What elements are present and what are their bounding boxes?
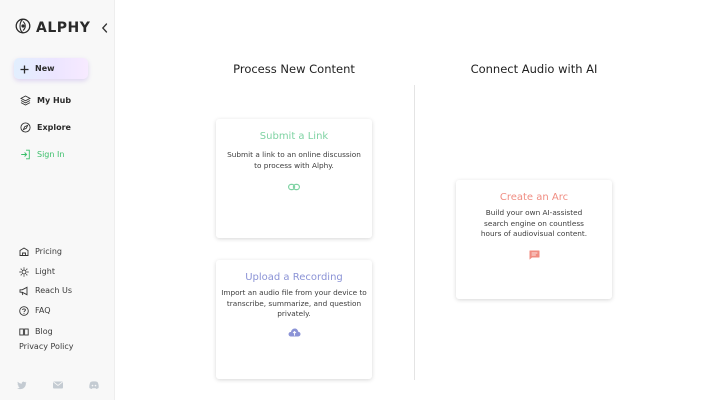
sidebar-item-label: Sign In	[37, 150, 65, 159]
privacy-policy-link[interactable]: Privacy Policy	[19, 342, 74, 351]
section-divider	[414, 85, 415, 380]
upload-recording-description: Import an audio file from your device to…	[221, 288, 367, 318]
twitter-icon[interactable]	[17, 381, 27, 390]
layers-icon	[20, 91, 31, 110]
discord-icon[interactable]	[89, 381, 99, 390]
mail-icon[interactable]	[53, 381, 63, 390]
sidebar-item-label: Blog	[35, 327, 53, 336]
brand[interactable]: ALPHY	[15, 18, 90, 38]
process-section-title: Process New Content	[233, 62, 355, 76]
pricing-icon	[19, 242, 29, 261]
compass-icon	[20, 118, 31, 137]
sidebar-item-label: Light	[35, 267, 55, 276]
sign-in-icon	[20, 145, 31, 164]
new-button[interactable]: New	[14, 58, 88, 79]
create-arc-description: Build your own AI-assisted search engine…	[480, 208, 588, 238]
upload-recording-title: Upload a Recording	[245, 272, 343, 283]
submit-link-title: Submit a Link	[259, 131, 329, 142]
sun-icon	[19, 262, 29, 281]
create-arc-card[interactable]: Create an Arc Build your own AI-assisted…	[456, 180, 612, 299]
sidebar-item-theme-toggle[interactable]: Light	[19, 262, 55, 281]
brand-name: ALPHY	[36, 20, 91, 36]
chevron-left-icon	[101, 18, 108, 37]
sidebar-item-faq[interactable]: FAQ	[19, 301, 51, 320]
sidebar-item-pricing[interactable]: Pricing	[19, 242, 62, 261]
sidebar-item-label: Pricing	[35, 247, 62, 256]
collapse-sidebar-button[interactable]	[98, 19, 110, 35]
sidebar: ALPHY New My Hub Explore Sign In Pricing…	[0, 0, 115, 400]
submit-link-icon-wrap	[216, 176, 372, 195]
create-arc-title: Create an Arc	[499, 192, 569, 203]
link-icon	[288, 176, 301, 195]
chat-icon	[529, 245, 540, 264]
plus-icon	[20, 59, 29, 78]
upload-recording-icon-wrap	[216, 322, 372, 341]
sidebar-item-label: FAQ	[35, 306, 51, 315]
create-arc-icon-wrap	[456, 245, 612, 264]
sidebar-item-sign-in[interactable]: Sign In	[20, 145, 64, 164]
sidebar-item-label: Explore	[37, 123, 71, 132]
submit-link-card[interactable]: Submit a Link Submit a link to an online…	[216, 119, 372, 238]
help-icon	[19, 301, 29, 320]
sidebar-item-my-hub[interactable]: My Hub	[20, 91, 71, 110]
cloud-upload-icon	[288, 322, 301, 341]
new-button-label: New	[35, 64, 55, 73]
sidebar-item-blog[interactable]: Blog	[19, 322, 53, 341]
sidebar-item-label: My Hub	[37, 96, 72, 105]
sidebar-item-explore[interactable]: Explore	[20, 118, 71, 137]
sidebar-item-reach-us[interactable]: Reach Us	[19, 281, 72, 300]
submit-link-description: Submit a link to an online discussion to…	[227, 150, 361, 170]
sidebar-item-label: Reach Us	[35, 286, 73, 295]
alphy-logo-icon	[15, 18, 31, 38]
connect-section-title: Connect Audio with AI	[470, 62, 598, 76]
upload-recording-card[interactable]: Upload a Recording Import an audio file …	[216, 260, 372, 379]
blog-icon	[19, 322, 29, 341]
social-links	[17, 381, 125, 390]
megaphone-icon	[19, 281, 29, 300]
